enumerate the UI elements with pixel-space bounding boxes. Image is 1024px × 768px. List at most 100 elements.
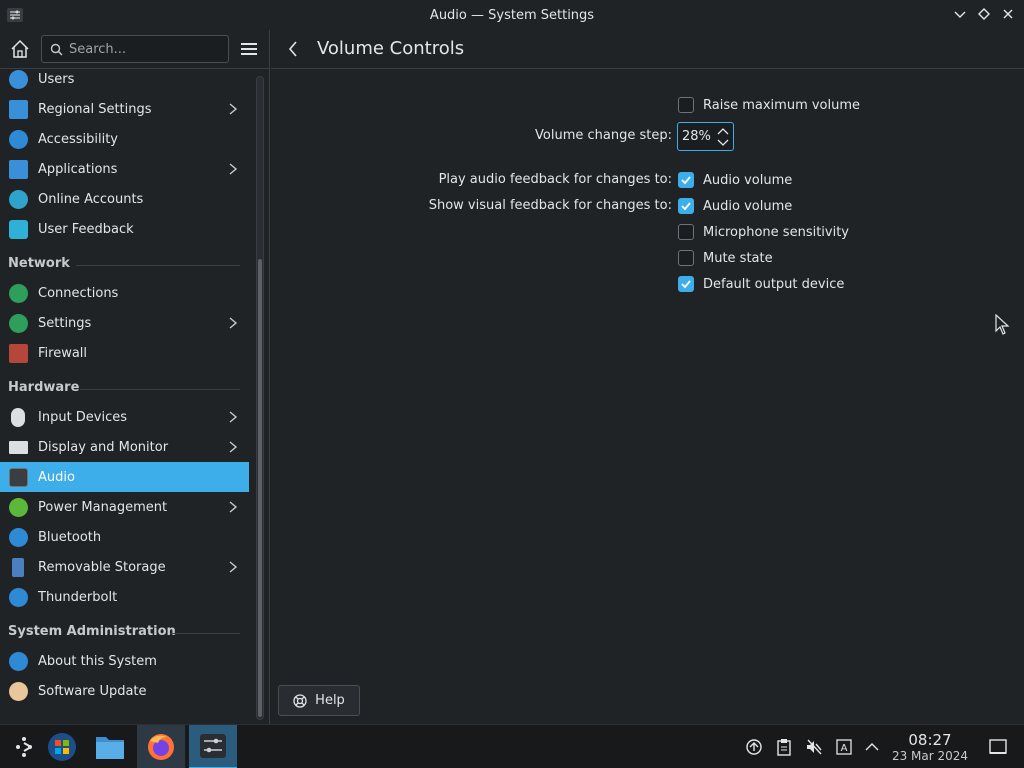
checkbox-box[interactable] — [678, 97, 694, 113]
show-desktop-button[interactable] — [988, 737, 1008, 757]
checkbox-label: Raise maximum volume — [703, 97, 861, 113]
back-button[interactable] — [283, 39, 303, 59]
volume-step-value: 28% — [682, 129, 711, 144]
checkbox-label: Audio volume — [703, 172, 793, 188]
firewall-icon — [9, 344, 28, 363]
sidebar-item-audio[interactable]: Audio — [0, 462, 249, 492]
checkmark-icon — [681, 202, 691, 211]
thunderbolt-icon — [9, 588, 28, 607]
sidebar-item-label: Regional Settings — [38, 101, 152, 117]
sidebar-item-label: Applications — [38, 161, 118, 177]
sidebar-item-user-feedback[interactable]: User Feedback — [0, 214, 249, 244]
sidebar-item-power-management[interactable]: Power Management — [0, 492, 249, 522]
system-settings-icon — [200, 734, 226, 758]
sidebar-item-regional-settings[interactable]: Regional Settings — [0, 94, 249, 124]
audio-feedback-audio-volume-checkbox[interactable]: Audio volume — [678, 172, 792, 188]
sidebar-item-about-system[interactable]: About this System — [0, 646, 249, 676]
section-divider — [80, 389, 240, 390]
section-label: Network — [8, 256, 70, 271]
file-manager-button[interactable] — [86, 725, 134, 768]
sidebar-item-input-devices[interactable]: Input Devices — [0, 402, 249, 432]
minimize-button[interactable] — [950, 4, 970, 24]
spin-arrows-icon[interactable] — [716, 125, 730, 149]
sidebar-header — [0, 30, 270, 69]
clock-time: 08:27 — [908, 731, 952, 749]
sidebar-item-label: Online Accounts — [38, 191, 144, 207]
firefox-button[interactable] — [137, 725, 185, 768]
chevron-left-icon — [288, 41, 297, 57]
section-divider — [170, 633, 240, 634]
visual-feedback-default-output-checkbox[interactable]: Default output device — [678, 276, 844, 292]
visual-feedback-mute-state-checkbox[interactable]: Mute state — [678, 250, 773, 266]
system-settings-icon[interactable] — [6, 6, 24, 24]
lifebuoy-icon — [293, 693, 307, 708]
clipboard-tray[interactable] — [774, 737, 794, 757]
checkbox-box[interactable] — [678, 172, 694, 188]
hamburger-menu-button[interactable] — [238, 38, 260, 60]
show-hidden-icons-button[interactable] — [862, 737, 882, 757]
scrollbar-thumb[interactable] — [258, 259, 262, 717]
mouse-icon — [11, 408, 25, 427]
sidebar-item-firewall[interactable]: Firewall — [0, 338, 249, 368]
input-method-tray[interactable]: A — [834, 737, 854, 757]
info-icon — [9, 652, 28, 671]
sidebar-item-software-update[interactable]: Software Update — [0, 676, 249, 706]
speaker-icon — [9, 468, 28, 487]
checkbox-label: Audio volume — [703, 198, 793, 214]
window-titlebar: Audio — System Settings — [0, 0, 1024, 30]
update-icon — [746, 739, 762, 755]
maximize-button[interactable] — [974, 4, 994, 24]
search-input[interactable] — [69, 41, 219, 57]
checkbox-label: Mute state — [703, 250, 773, 266]
home-button[interactable] — [8, 37, 32, 61]
volume-step-spinbox[interactable]: 28% — [677, 122, 734, 151]
keyboard-layout-icon: A — [836, 739, 852, 755]
sidebar-item-users[interactable]: Users — [0, 70, 249, 94]
hamburger-icon — [241, 43, 257, 55]
close-button[interactable] — [998, 4, 1018, 24]
sidebar-scrollbar[interactable] — [256, 76, 264, 720]
sidebar-item-label: Software Update — [38, 683, 147, 699]
checkbox-box[interactable] — [678, 276, 694, 292]
window-title: Audio — System Settings — [429, 7, 595, 23]
sidebar-item-accessibility[interactable]: Accessibility — [0, 124, 249, 154]
sidebar-item-label: Accessibility — [38, 131, 118, 147]
section-system-administration: System Administration — [8, 624, 176, 639]
search-field[interactable] — [41, 35, 229, 63]
sidebar-item-online-accounts[interactable]: Online Accounts — [0, 184, 249, 214]
section-label: Hardware — [8, 380, 80, 395]
checkbox-box[interactable] — [678, 224, 694, 240]
sidebar-item-label: Removable Storage — [38, 559, 166, 575]
volume-tray[interactable] — [804, 737, 824, 757]
chevron-up-icon — [865, 743, 879, 751]
system-settings-task-button[interactable] — [189, 725, 237, 768]
sidebar-item-bluetooth[interactable]: Bluetooth — [0, 522, 249, 552]
raise-max-volume-checkbox[interactable]: Raise maximum volume — [678, 97, 860, 113]
help-button[interactable]: Help — [278, 685, 360, 716]
sidebar-item-label: Display and Monitor — [38, 439, 169, 455]
chevron-right-icon — [229, 317, 238, 329]
visual-feedback-label: Show visual feedback for changes to: — [428, 198, 672, 213]
power-icon — [9, 498, 28, 517]
digital-clock[interactable]: 08:27 23 Mar 2024 — [880, 731, 980, 763]
sidebar-item-thunderbolt[interactable]: Thunderbolt — [0, 582, 249, 612]
sidebar-list: Users Regional Settings Accessibility Ap… — [0, 70, 250, 724]
steam-deck-logo-icon — [16, 737, 32, 757]
checkbox-box[interactable] — [678, 250, 694, 266]
windows-app-button[interactable] — [38, 725, 86, 768]
chevron-right-icon — [229, 163, 238, 175]
sidebar-item-network-settings[interactable]: Settings — [0, 308, 249, 338]
section-label: System Administration — [8, 624, 176, 639]
usb-icon — [12, 558, 24, 577]
chevron-right-icon — [229, 501, 238, 513]
visual-feedback-microphone-checkbox[interactable]: Microphone sensitivity — [678, 224, 849, 240]
sidebar-item-applications[interactable]: Applications — [0, 154, 249, 184]
update-notifier-tray[interactable] — [744, 737, 764, 757]
sidebar-item-removable-storage[interactable]: Removable Storage — [0, 552, 249, 582]
sidebar-item-label: Audio — [38, 469, 75, 485]
sidebar-item-display-monitor[interactable]: Display and Monitor — [0, 432, 249, 462]
chevron-right-icon — [229, 561, 238, 573]
visual-feedback-audio-volume-checkbox[interactable]: Audio volume — [678, 198, 792, 214]
checkbox-box[interactable] — [678, 198, 694, 214]
sidebar-item-connections[interactable]: Connections — [0, 278, 249, 308]
